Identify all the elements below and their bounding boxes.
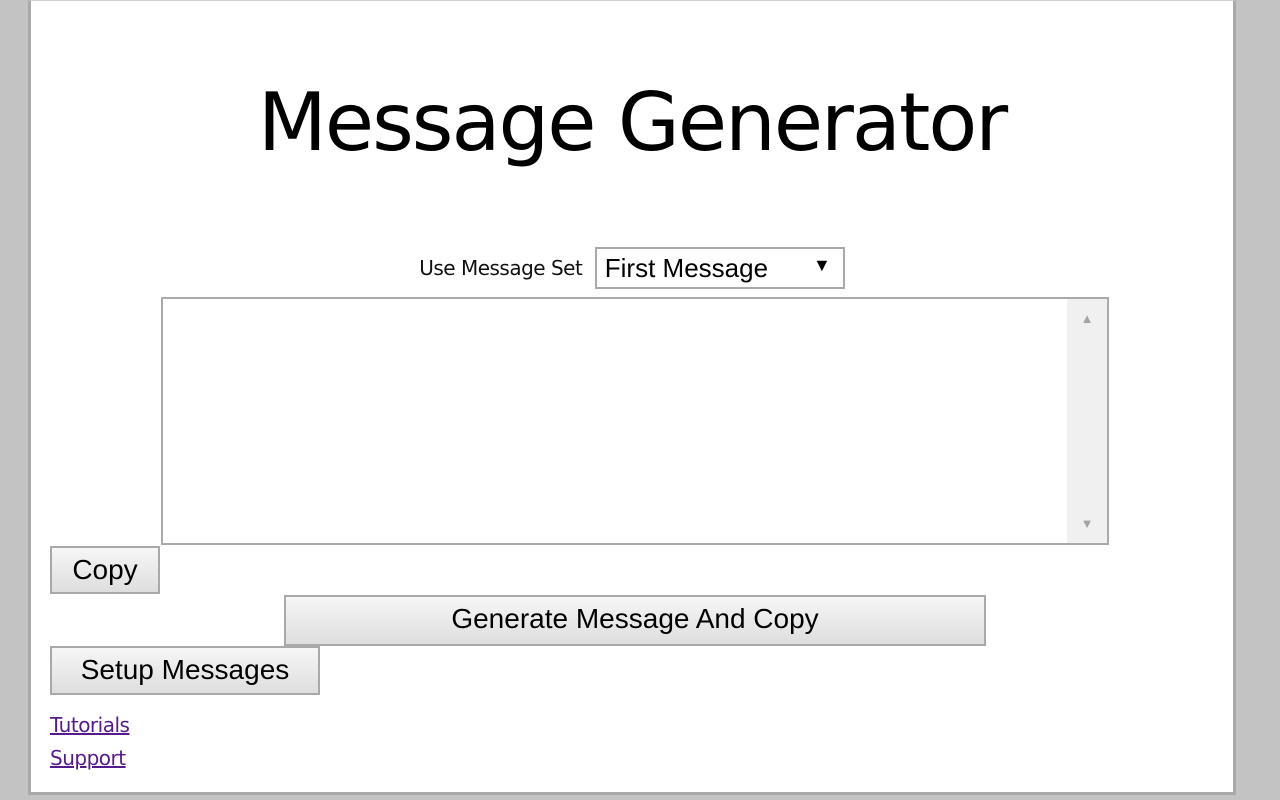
message-set-select[interactable]: First Message ▼: [594, 247, 845, 289]
popup-panel: Message Generator Use Message Set First …: [28, 0, 1236, 795]
scroll-up-arrow-icon[interactable]: ▲: [1067, 311, 1107, 326]
setup-messages-button[interactable]: Setup Messages: [50, 646, 320, 695]
dropdown-arrow-icon: ▼: [812, 255, 831, 275]
tutorials-link[interactable]: Tutorials: [50, 713, 130, 737]
scroll-down-arrow-icon[interactable]: ▼: [1067, 516, 1107, 531]
background-page: [0, 0, 28, 800]
generate-message-and-copy-button[interactable]: Generate Message And Copy: [284, 595, 986, 646]
message-set-selected-value: First Message: [604, 253, 769, 283]
support-link[interactable]: Support: [50, 746, 126, 770]
message-textarea[interactable]: ▲ ▼: [161, 297, 1109, 545]
message-set-label: Use Message Set: [419, 256, 583, 280]
message-set-row: Use Message Set First Message ▼: [31, 247, 1233, 291]
textarea-scrollbar[interactable]: ▲ ▼: [1067, 299, 1107, 543]
copy-button[interactable]: Copy: [50, 546, 160, 594]
page-title: Message Generator: [257, 76, 1008, 169]
